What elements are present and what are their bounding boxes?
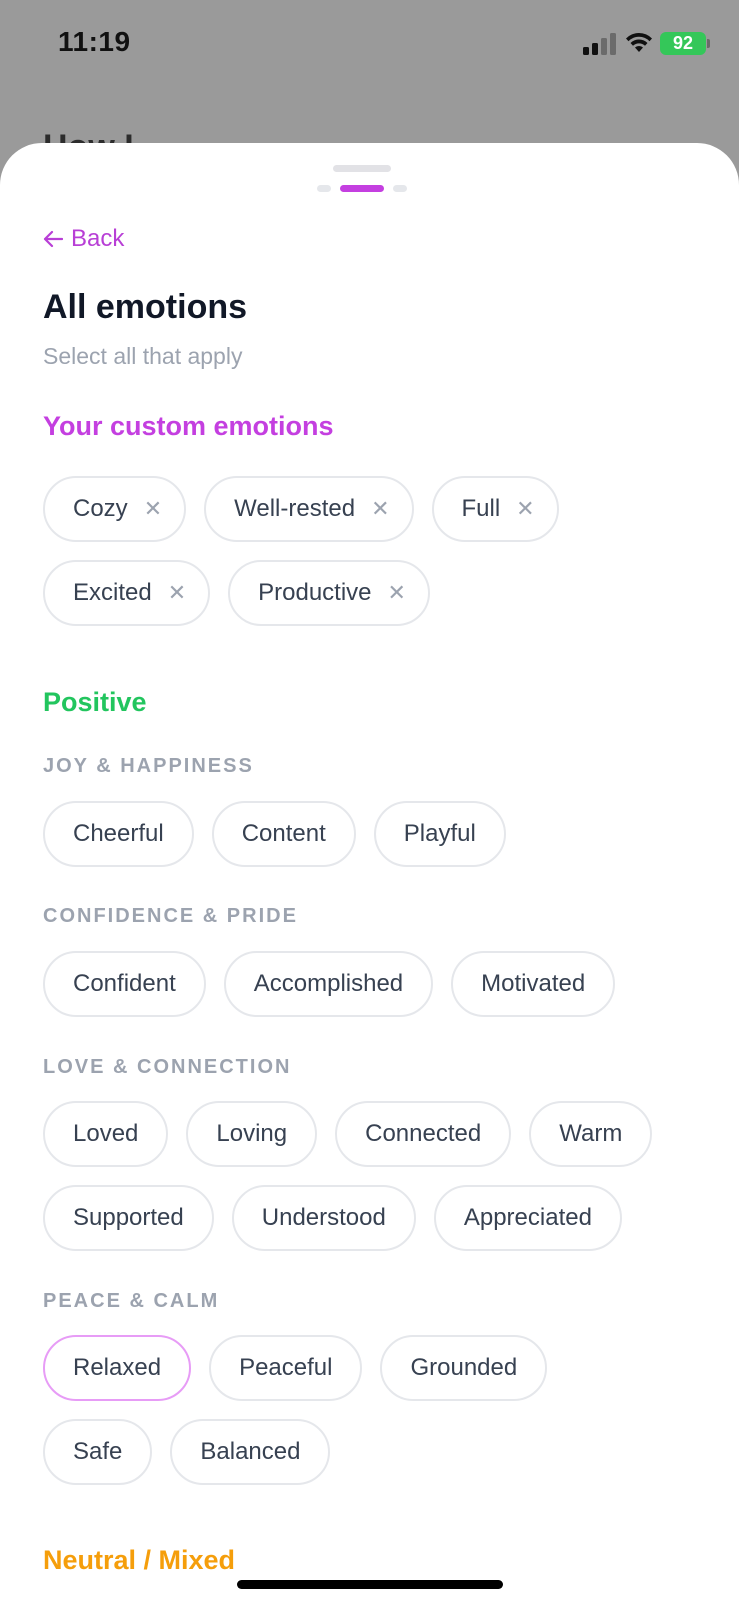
emotion-chip-excited[interactable]: Excited ✕	[43, 560, 211, 626]
custom-chip-row: Cozy ✕ Well-rested ✕ Full ✕	[43, 476, 559, 542]
emotion-chip-loving[interactable]: Loving	[186, 1101, 318, 1167]
chip-row: Cheerful Content Playful	[43, 801, 506, 867]
sheet-grabber[interactable]	[333, 165, 391, 172]
emotion-chip-label: Warm	[559, 1120, 623, 1147]
chip-row: Confident Accomplished Motivated	[43, 951, 616, 1017]
emotion-chip-full[interactable]: Full ✕	[431, 476, 559, 542]
emotion-chip-label: Relaxed	[73, 1354, 162, 1381]
home-indicator	[237, 1580, 503, 1589]
status-time: 11:19	[58, 26, 131, 57]
emotion-chip-label: Supported	[73, 1204, 184, 1231]
emotion-chip-label: Full	[461, 495, 501, 522]
remove-icon[interactable]: ✕	[388, 580, 406, 606]
emotion-chip-confident[interactable]: Confident	[43, 951, 206, 1017]
emotion-chip-label: Well-rested	[234, 495, 356, 522]
emotion-chip-safe[interactable]: Safe	[43, 1419, 153, 1485]
chip-row: Loved Loving Connected Warm	[43, 1101, 653, 1167]
remove-icon[interactable]: ✕	[371, 496, 389, 522]
emotion-chip-warm[interactable]: Warm	[529, 1101, 653, 1167]
emotion-chip-connected[interactable]: Connected	[335, 1101, 512, 1167]
back-label: Back	[71, 225, 125, 252]
battery-level: 92	[672, 33, 694, 53]
emotion-chip-peaceful[interactable]: Peaceful	[209, 1335, 363, 1401]
emotion-chip-content[interactable]: Content	[211, 801, 356, 867]
page-subtitle: Select all that apply	[43, 343, 243, 369]
group-label-joy: JOY & HAPPINESS	[43, 755, 254, 777]
emotions-sheet: Back All emotions Select all that apply …	[0, 143, 739, 1600]
emotion-chip-label: Cozy	[73, 495, 128, 522]
chip-row: Supported Understood Appreciated	[43, 1185, 622, 1251]
emotion-chip-label: Productive	[258, 579, 372, 606]
emotion-chip-cheerful[interactable]: Cheerful	[43, 801, 194, 867]
remove-icon[interactable]: ✕	[516, 496, 534, 522]
status-bar: 11:19 92	[0, 0, 739, 90]
step-dot	[317, 185, 331, 192]
custom-emotions-title: Your custom emotions	[43, 411, 334, 441]
chip-row: Safe Balanced	[43, 1419, 331, 1485]
remove-icon[interactable]: ✕	[168, 580, 186, 606]
group-label-confidence: CONFIDENCE & PRIDE	[43, 905, 298, 927]
page-title: All emotions	[43, 288, 248, 326]
emotion-chip-label: Excited	[73, 579, 152, 606]
emotion-chip-label: Grounded	[410, 1354, 518, 1381]
emotion-chip-label: Motivated	[481, 970, 586, 997]
emotion-chip-label: Playful	[403, 820, 476, 847]
chip-row: Relaxed Peaceful Grounded	[43, 1335, 548, 1401]
back-button[interactable]: Back	[43, 225, 124, 253]
neutral-section-title: Neutral / Mixed	[43, 1545, 236, 1575]
emotion-chip-label: Peaceful	[239, 1354, 333, 1381]
emotion-chip-productive[interactable]: Productive ✕	[228, 560, 430, 626]
emotion-chip-label: Accomplished	[253, 970, 404, 997]
emotion-chip-label: Safe	[73, 1438, 123, 1465]
cellular-signal-icon	[583, 33, 616, 55]
custom-chip-row: Excited ✕ Productive ✕	[43, 560, 430, 626]
emotion-chip-label: Loving	[216, 1120, 288, 1147]
emotion-chip-understood[interactable]: Understood	[231, 1185, 416, 1251]
emotion-chip-label: Confident	[73, 970, 176, 997]
emotion-chip-balanced[interactable]: Balanced	[170, 1419, 331, 1485]
emotion-chip-label: Content	[241, 820, 326, 847]
emotion-chip-motivated[interactable]: Motivated	[451, 951, 616, 1017]
positive-section-title: Positive	[43, 687, 147, 717]
emotion-chip-loved[interactable]: Loved	[43, 1101, 169, 1167]
emotion-chip-grounded[interactable]: Grounded	[380, 1335, 548, 1401]
emotion-chip-supported[interactable]: Supported	[43, 1185, 214, 1251]
arrow-left-icon	[43, 230, 63, 248]
emotion-chip-label: Loved	[73, 1120, 139, 1147]
battery-icon: 92	[660, 32, 706, 55]
emotion-chip-accomplished[interactable]: Accomplished	[223, 951, 434, 1017]
emotion-chip-well-rested[interactable]: Well-rested ✕	[204, 476, 414, 542]
wifi-icon	[626, 32, 652, 52]
emotion-chip-label: Understood	[261, 1204, 386, 1231]
emotion-chip-appreciated[interactable]: Appreciated	[433, 1185, 622, 1251]
group-label-love: LOVE & CONNECTION	[43, 1056, 292, 1078]
emotion-chip-label: Appreciated	[463, 1204, 592, 1231]
remove-icon[interactable]: ✕	[144, 496, 162, 522]
battery-cap	[707, 39, 710, 48]
emotion-chip-cozy[interactable]: Cozy ✕	[43, 476, 187, 542]
step-dot	[393, 185, 407, 192]
emotion-chip-label: Cheerful	[73, 820, 164, 847]
step-indicator	[0, 185, 739, 193]
emotion-chip-playful[interactable]: Playful	[373, 801, 506, 867]
emotion-chip-relaxed[interactable]: Relaxed	[43, 1335, 192, 1401]
emotion-chip-label: Balanced	[200, 1438, 301, 1465]
step-dot-active	[340, 185, 384, 192]
emotion-chip-label: Connected	[365, 1120, 482, 1147]
group-label-peace: PEACE & CALM	[43, 1290, 220, 1312]
